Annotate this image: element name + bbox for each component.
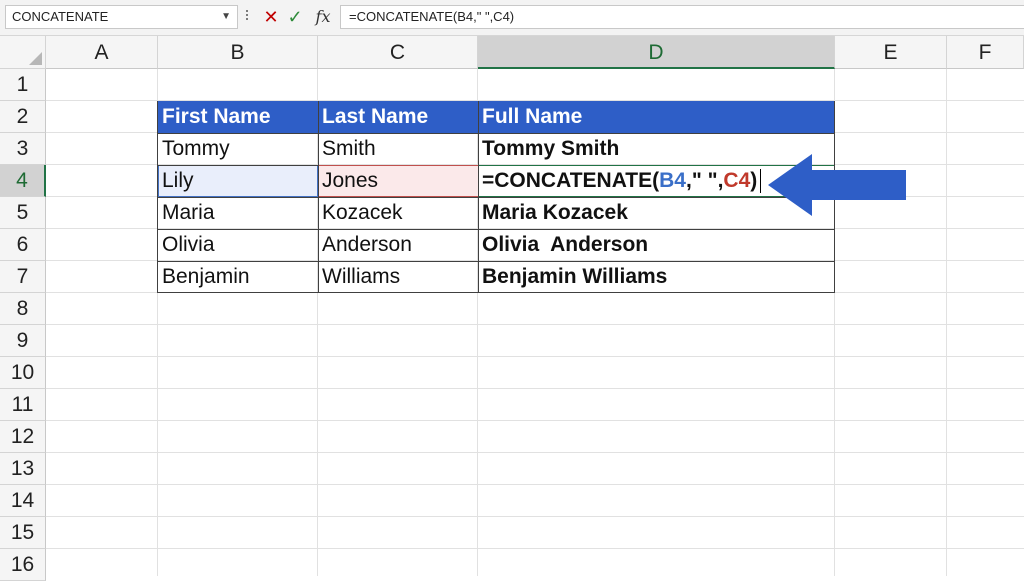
chevron-down-icon[interactable]: ▼ — [221, 6, 231, 28]
row-header-5[interactable]: 5 — [0, 197, 46, 229]
arrow-shape — [768, 154, 906, 216]
cell-b4[interactable]: Lily — [158, 165, 318, 197]
insert-function-icon[interactable]: fx — [311, 6, 335, 28]
row-header-12[interactable]: 12 — [0, 421, 46, 453]
name-box-value: CONCATENATE — [12, 9, 109, 24]
formula-suffix: ) — [750, 169, 758, 192]
more-options-icon[interactable] — [243, 8, 251, 26]
formula-prefix: =CONCATENATE( — [482, 169, 660, 192]
table-header-last-name[interactable]: Last Name — [318, 101, 478, 133]
row-header-11[interactable]: 11 — [0, 389, 46, 421]
row-header-4[interactable]: 4 — [0, 165, 46, 197]
cell-d6[interactable]: Olivia Anderson — [478, 229, 835, 261]
select-all-button[interactable] — [0, 36, 46, 69]
formula-reference-c4: C4 — [723, 169, 751, 192]
column-header-c[interactable]: C — [318, 36, 478, 69]
row-header-9[interactable]: 9 — [0, 325, 46, 357]
text-cursor — [760, 169, 762, 194]
cell-d7[interactable]: Benjamin Williams — [478, 261, 835, 293]
cell-b7[interactable]: Benjamin — [158, 261, 318, 293]
row-header-3[interactable]: 3 — [0, 133, 46, 165]
formula-reference-b4: B4 — [659, 169, 686, 192]
table-header-full-name[interactable]: Full Name — [478, 101, 835, 133]
formula-input[interactable]: =CONCATENATE(B4," ",C4) — [340, 5, 1024, 29]
row-header-6[interactable]: 6 — [0, 229, 46, 261]
column-header-d[interactable]: D — [478, 36, 835, 69]
row-header-8[interactable]: 8 — [0, 293, 46, 325]
column-header-a[interactable]: A — [46, 36, 158, 69]
cell-b6[interactable]: Olivia — [158, 229, 318, 261]
row-header-16[interactable]: 16 — [0, 549, 46, 581]
table-header-first-name[interactable]: First Name — [158, 101, 318, 133]
cell-c6[interactable]: Anderson — [318, 229, 478, 261]
select-all-triangle-icon — [29, 52, 42, 65]
cell-d4-formula[interactable]: =CONCATENATE(B4," ",C4) — [478, 165, 768, 197]
column-header-f[interactable]: F — [947, 36, 1024, 69]
cell-c3[interactable]: Smith — [318, 133, 478, 165]
pointer-arrow-icon — [768, 154, 906, 216]
formula-bar: CONCATENATE ▼ ✕ ✓ fx =CONCATENATE(B4," "… — [0, 0, 1024, 36]
enter-check-icon[interactable]: ✓ — [285, 6, 305, 28]
name-box[interactable]: CONCATENATE ▼ — [5, 5, 238, 29]
row-header-1[interactable]: 1 — [0, 69, 46, 101]
column-header-e[interactable]: E — [835, 36, 947, 69]
row-header-13[interactable]: 13 — [0, 453, 46, 485]
row-header-7[interactable]: 7 — [0, 261, 46, 293]
cell-b5[interactable]: Maria — [158, 197, 318, 229]
cancel-icon[interactable]: ✕ — [261, 6, 281, 28]
row-header-2[interactable]: 2 — [0, 101, 46, 133]
row-header-10[interactable]: 10 — [0, 357, 46, 389]
row-header-14[interactable]: 14 — [0, 485, 46, 517]
cell-c4[interactable]: Jones — [318, 165, 478, 197]
row-header-15[interactable]: 15 — [0, 517, 46, 549]
cell-c7[interactable]: Williams — [318, 261, 478, 293]
column-header-b[interactable]: B — [158, 36, 318, 69]
formula-separator: ," ", — [686, 169, 724, 192]
cell-c5[interactable]: Kozacek — [318, 197, 478, 229]
cell-b3[interactable]: Tommy — [158, 133, 318, 165]
